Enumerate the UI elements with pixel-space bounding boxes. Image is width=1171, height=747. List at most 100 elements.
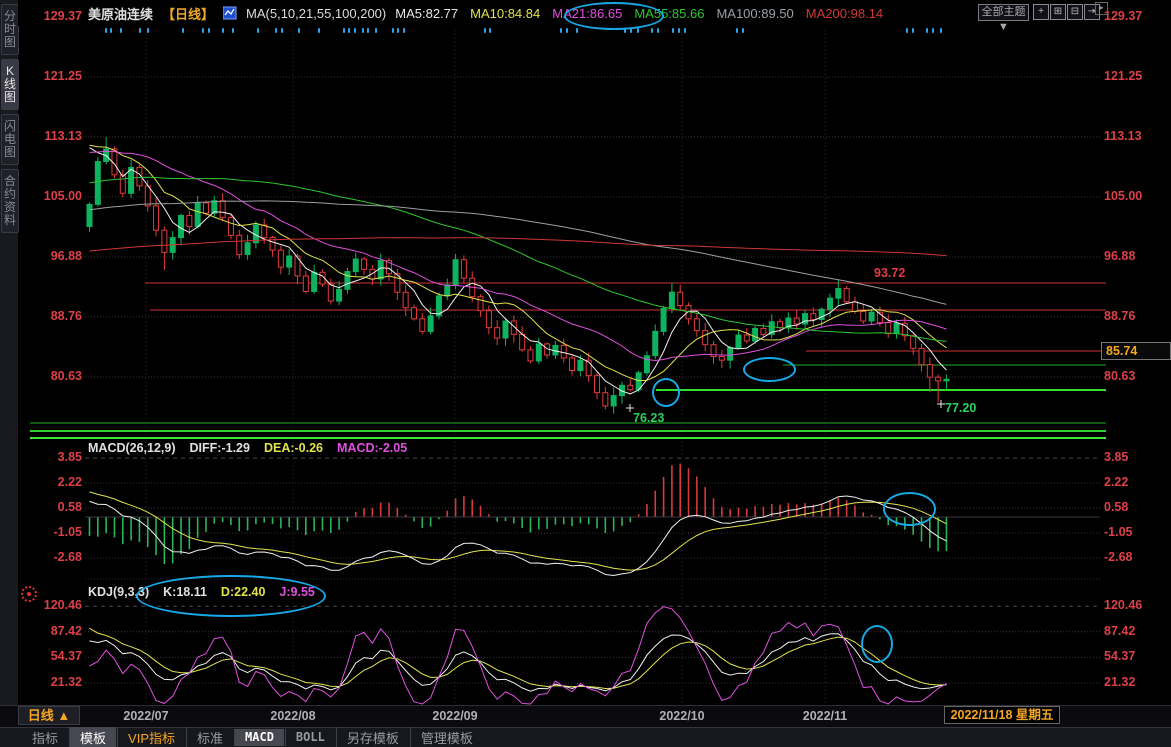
candle-body (503, 321, 508, 338)
signal-dot (298, 28, 300, 33)
tab-标准[interactable]: 标准 (186, 727, 233, 747)
month-label: 2022/09 (410, 709, 500, 723)
signal-dot (489, 28, 491, 33)
candle-body (844, 289, 849, 302)
signal-dot (110, 28, 112, 33)
axis-tick-label: 120.46 (1104, 598, 1168, 612)
crosshair-icon[interactable]: + (1033, 4, 1049, 20)
price-marker-label: 93.72 (874, 266, 905, 280)
tab-管理模板[interactable]: 管理模板 (410, 727, 483, 747)
candle-body (262, 225, 267, 238)
current-date-label: 2022/11/18 星期五 (944, 706, 1060, 724)
candle-body (312, 272, 317, 291)
tab-BOLL[interactable]: BOLL (285, 729, 335, 746)
candle-body (669, 292, 674, 308)
signal-dot (657, 28, 659, 33)
signal-dot (932, 28, 934, 33)
signal-dot (678, 28, 680, 33)
all-themes-button[interactable]: 全部主题▼ (978, 4, 1029, 21)
axis-tick-label: 87.42 (22, 624, 82, 638)
tab-VIP指标[interactable]: VIP指标 (117, 727, 185, 747)
kline-icon (223, 6, 237, 20)
zoom-in-axis-icon[interactable]: ⊞ (1050, 4, 1066, 20)
signal-dot (257, 28, 259, 33)
zoom-out-axis-icon[interactable]: ⊟ (1067, 4, 1083, 20)
signal-dot (182, 28, 184, 33)
sidebar-tab-K线图[interactable]: K 线 图 (1, 59, 19, 110)
period-selector-button[interactable]: 日线 ▲ (18, 706, 80, 725)
candle-body (811, 314, 816, 320)
candle-body (736, 335, 741, 348)
tab-另存模板[interactable]: 另存模板 (336, 727, 409, 747)
signal-dot (120, 28, 122, 33)
signal-dot (560, 28, 562, 33)
candle-body (203, 203, 208, 213)
candle-body (228, 218, 233, 236)
axis-tick-label: 80.63 (1104, 369, 1168, 383)
candle-body (570, 358, 575, 371)
sidebar-tab-闪电图[interactable]: 闪 电 图 (1, 114, 19, 165)
signal-dot (354, 28, 356, 33)
candle-body (869, 312, 874, 321)
sidebar-tab-合约资料[interactable]: 合 约 资 料 (1, 169, 19, 233)
axis-tick-label: 113.13 (22, 129, 82, 143)
candle-body (728, 348, 733, 361)
candle-body (919, 348, 924, 364)
candle-body (678, 292, 683, 305)
candle-body (187, 215, 192, 226)
candle-body (894, 323, 899, 333)
axis-tick-label: 54.37 (22, 649, 82, 663)
candle-body (145, 186, 150, 206)
ma-line-5 (90, 148, 947, 394)
tab-MACD[interactable]: MACD (234, 729, 284, 746)
month-label: 2022/08 (248, 709, 338, 723)
candle-body (411, 308, 416, 319)
candle-body (95, 162, 100, 205)
candle-body (761, 328, 766, 334)
chart-plot[interactable]: 93.7276.2377.20 (0, 0, 1171, 747)
kdj-header: KDJ(9,3,3) K:18.11 D:22.40 J:9.55 (88, 585, 315, 599)
signal-dot (318, 28, 320, 33)
signal-dot (139, 28, 141, 33)
kdj-j-line (90, 607, 947, 704)
candle-body (778, 322, 783, 328)
axis-tick-label: 3.85 (22, 450, 82, 464)
axis-tick-label: 0.58 (22, 500, 82, 514)
candle-body (453, 260, 458, 285)
candle-body (536, 344, 541, 361)
ma-value: MA100:89.50 (716, 6, 793, 21)
signal-dot (576, 28, 578, 33)
candle-body (428, 316, 433, 332)
ma-value: MA21:86.65 (552, 6, 622, 21)
signal-dot (912, 28, 914, 33)
candle-body (87, 204, 92, 226)
signal-dot (392, 28, 394, 33)
sidebar-tab-分时图[interactable]: 分 时 图 (1, 4, 19, 55)
signal-dot (403, 28, 405, 33)
axis-tick-label: 105.00 (22, 189, 82, 203)
candle-body (936, 377, 941, 381)
kline-app-window: 93.7276.2377.20 分 时 图K 线 图闪 电 图合 约 资 料 美… (0, 0, 1171, 747)
axis-tick-label: 54.37 (1104, 649, 1168, 663)
axis-tick-label: 113.13 (1104, 129, 1168, 143)
indicator-settings-icon[interactable] (21, 586, 37, 602)
candle-body (528, 350, 533, 361)
signal-dot (275, 28, 277, 33)
candle-body (353, 259, 358, 272)
macd-params: MACD(26,12,9) (88, 441, 176, 455)
signal-dot (375, 28, 377, 33)
period-tag: 【日线】 (162, 4, 214, 23)
kdj-j-value: J:9.55 (279, 585, 314, 599)
axis-tick-label: -1.05 (1104, 525, 1168, 539)
candle-body (561, 345, 566, 358)
signal-dot (281, 28, 283, 33)
axis-tick-label: 2.22 (1104, 475, 1168, 489)
candle-body (362, 259, 367, 269)
axis-tick-label: -2.68 (22, 550, 82, 564)
candle-body (886, 323, 891, 334)
tab-模板[interactable]: 模板 (69, 727, 116, 747)
tab-指标[interactable]: 指标 (22, 727, 68, 747)
candle-body (653, 331, 658, 355)
axis-tick-label: 3.85 (1104, 450, 1168, 464)
macd-diff-value: DIFF:-1.29 (190, 441, 250, 455)
